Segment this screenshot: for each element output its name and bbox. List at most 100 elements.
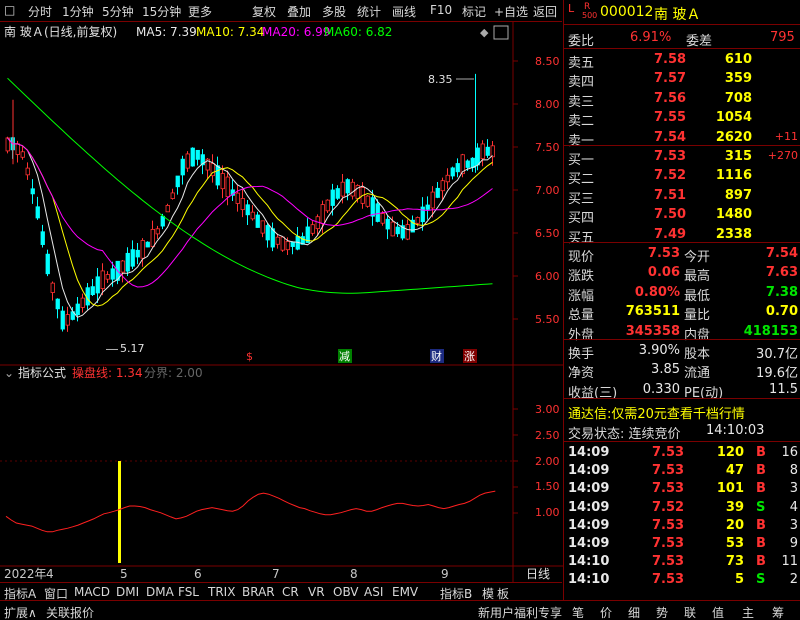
candle-body[interactable]	[435, 187, 440, 198]
candle-body[interactable]	[240, 198, 245, 211]
candle-body[interactable]	[455, 163, 460, 173]
tab-fsl[interactable]: FSL	[178, 585, 199, 599]
rtab-chou[interactable]: 筹	[772, 604, 784, 620]
candle-body[interactable]	[395, 226, 400, 235]
candle-body[interactable]	[125, 252, 130, 272]
candle-body[interactable]	[485, 146, 490, 156]
candle-body[interactable]	[55, 298, 60, 310]
candle-body[interactable]	[215, 165, 220, 186]
kline-chart[interactable]: 南 玻Ａ (日线,前复权) MA5: 7.39 MA10: 7.34 MA20:…	[0, 0, 563, 582]
rtab-xi[interactable]: 细	[628, 604, 640, 620]
new-user-benefit-link[interactable]: 新用户福利专享	[478, 604, 562, 620]
candle-body[interactable]	[310, 224, 315, 234]
tab-vr[interactable]: VR	[308, 585, 325, 599]
candle-body[interactable]	[280, 236, 285, 251]
candle-body[interactable]	[275, 236, 280, 245]
candle-body[interactable]	[65, 314, 70, 326]
candle-body[interactable]	[370, 197, 375, 217]
candle-body[interactable]	[30, 188, 35, 195]
jian-marker[interactable]: 减	[339, 350, 350, 363]
rtab-zhi[interactable]: 值	[712, 604, 724, 620]
candle-body[interactable]	[130, 249, 135, 267]
candle-body[interactable]	[145, 241, 150, 248]
candle-body[interactable]	[60, 310, 65, 330]
candle-body[interactable]	[260, 220, 265, 234]
candle-body[interactable]	[195, 149, 200, 160]
candle-body[interactable]	[15, 143, 20, 155]
candle-body[interactable]	[235, 192, 240, 204]
candle-body[interactable]	[45, 253, 50, 275]
candle-body[interactable]	[425, 204, 430, 210]
tab-macd[interactable]: MACD	[74, 585, 110, 599]
candle-body[interactable]	[80, 297, 85, 308]
ask-price[interactable]: 7.57	[654, 71, 686, 86]
ask-price[interactable]: 7.55	[654, 110, 686, 125]
candle-body[interactable]	[440, 180, 445, 192]
candle-body[interactable]	[170, 192, 175, 199]
promo-row[interactable]: 通达信:仅需20元查看千档行情	[564, 401, 800, 422]
promo-text[interactable]: 通达信:仅需20元查看千档行情	[568, 403, 745, 422]
candle-body[interactable]	[85, 287, 90, 306]
candle-body[interactable]	[25, 167, 30, 176]
bid-price[interactable]: 7.53	[654, 149, 686, 164]
candle-body[interactable]	[160, 215, 165, 227]
period-label[interactable]: 日线	[526, 567, 550, 581]
candle-body[interactable]	[135, 249, 140, 258]
candle-body[interactable]	[250, 211, 255, 220]
candle-body[interactable]	[380, 213, 385, 224]
rtab-lian[interactable]: 联	[684, 604, 696, 620]
candle-body[interactable]	[290, 241, 295, 247]
candle-body[interactable]	[265, 225, 270, 241]
bid-price[interactable]: 7.50	[654, 207, 686, 222]
bid-price[interactable]: 7.49	[654, 227, 686, 242]
rtab-zhu[interactable]: 主	[742, 604, 754, 620]
ask-price[interactable]: 7.54	[654, 130, 686, 145]
tab-emv[interactable]: EMV	[392, 585, 418, 599]
candle-body[interactable]	[430, 191, 435, 209]
candle-body[interactable]	[480, 143, 485, 160]
bid-price[interactable]: 7.52	[654, 168, 686, 183]
rtab-jia[interactable]: 价	[600, 604, 612, 620]
tab-cr[interactable]: CR	[282, 585, 299, 599]
indicator-collapse-icon[interactable]: ⌄	[4, 366, 14, 380]
candle-body[interactable]	[415, 217, 420, 224]
candle-body[interactable]	[155, 228, 160, 235]
candle-body[interactable]	[340, 181, 345, 197]
candle-body[interactable]	[75, 303, 80, 316]
candle-body[interactable]	[330, 189, 335, 206]
candle-body[interactable]	[105, 274, 110, 280]
candle-body[interactable]	[120, 260, 125, 273]
candle-body[interactable]	[450, 167, 455, 177]
candle-body[interactable]	[285, 241, 290, 251]
candle-body[interactable]	[335, 188, 340, 199]
bid-price[interactable]: 7.51	[654, 188, 686, 203]
tab-asi[interactable]: ASI	[364, 585, 383, 599]
candle-body[interactable]	[220, 173, 225, 190]
candle-body[interactable]	[325, 199, 330, 212]
candle-body[interactable]	[365, 195, 370, 207]
tab-obv[interactable]: OBV	[333, 585, 359, 599]
candle-body[interactable]	[190, 147, 195, 167]
candle-body[interactable]	[140, 240, 145, 259]
candle-body[interactable]	[385, 218, 390, 230]
candle-body[interactable]	[420, 206, 425, 223]
candle-body[interactable]	[390, 221, 395, 237]
candle-body[interactable]	[445, 174, 450, 183]
cai-marker[interactable]: 财	[431, 349, 442, 363]
candle-body[interactable]	[95, 276, 100, 294]
candle-body[interactable]	[350, 181, 355, 197]
candle-body[interactable]	[475, 147, 480, 166]
candle-body[interactable]	[320, 204, 325, 224]
tab-brar[interactable]: BRAR	[242, 585, 275, 599]
candle-body[interactable]	[405, 224, 410, 240]
candle-body[interactable]	[245, 204, 250, 216]
tab-dma[interactable]: DMA	[146, 585, 174, 599]
s-flag-marker[interactable]: $	[246, 350, 253, 363]
candle-body[interactable]	[255, 214, 260, 228]
candle-body[interactable]	[175, 175, 180, 188]
candle-body[interactable]	[100, 270, 105, 289]
candle-body[interactable]	[470, 157, 475, 168]
candle-body[interactable]	[110, 268, 115, 280]
candle-body[interactable]	[40, 231, 45, 245]
candle-body[interactable]	[20, 151, 25, 158]
